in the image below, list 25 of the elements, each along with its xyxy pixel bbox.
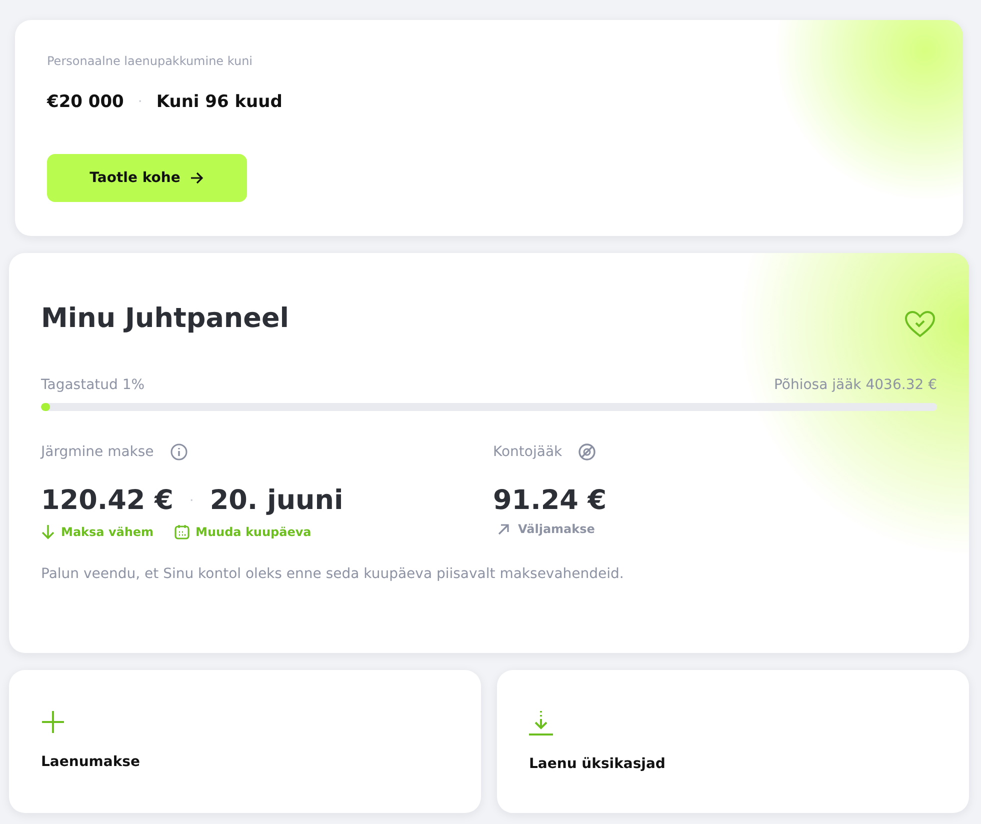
plus-icon bbox=[41, 710, 65, 734]
account-balance-label: Kontojääk bbox=[493, 444, 562, 460]
download-icon bbox=[529, 710, 553, 736]
principal-remaining: Põhiosa jääk 4036.32 € bbox=[774, 377, 937, 393]
apply-button[interactable]: Taotle kohe bbox=[47, 154, 247, 202]
arrow-right-icon bbox=[190, 172, 204, 184]
payment-date: 20. juuni bbox=[210, 485, 344, 516]
tile-button[interactable]: Laenumakse bbox=[9, 670, 481, 813]
heart-check-icon bbox=[903, 309, 937, 339]
offer-caption: Personaalne laenupakkumine kuni bbox=[47, 54, 254, 68]
loan-term: Kuni 96 kuud bbox=[156, 92, 282, 112]
payment-amount: 120.42 € bbox=[41, 485, 174, 516]
info-icon[interactable] bbox=[170, 443, 188, 461]
payment-note: Palun veendu, et Sinu kontol oleks enne seda kuupäeva piisavalt maksevahendeid. bbox=[41, 566, 625, 582]
arrow-up-right-icon bbox=[497, 522, 510, 536]
balance-amount: 91.24 € bbox=[493, 485, 607, 516]
loan-amount: €20 000 bbox=[47, 92, 124, 112]
separator-dot: · bbox=[189, 492, 194, 508]
separator-dot: · bbox=[138, 94, 142, 110]
calendar-icon bbox=[174, 524, 190, 540]
arrow-down-icon bbox=[41, 524, 55, 540]
tile-button[interactable]: Laenu üksikasjad bbox=[497, 670, 969, 813]
dashboard-title: Minu Juhtpaneel bbox=[41, 303, 290, 334]
repaid-label: Tagastatud 1% bbox=[41, 377, 145, 393]
next-payment-label: Järgmine makse bbox=[41, 444, 154, 460]
